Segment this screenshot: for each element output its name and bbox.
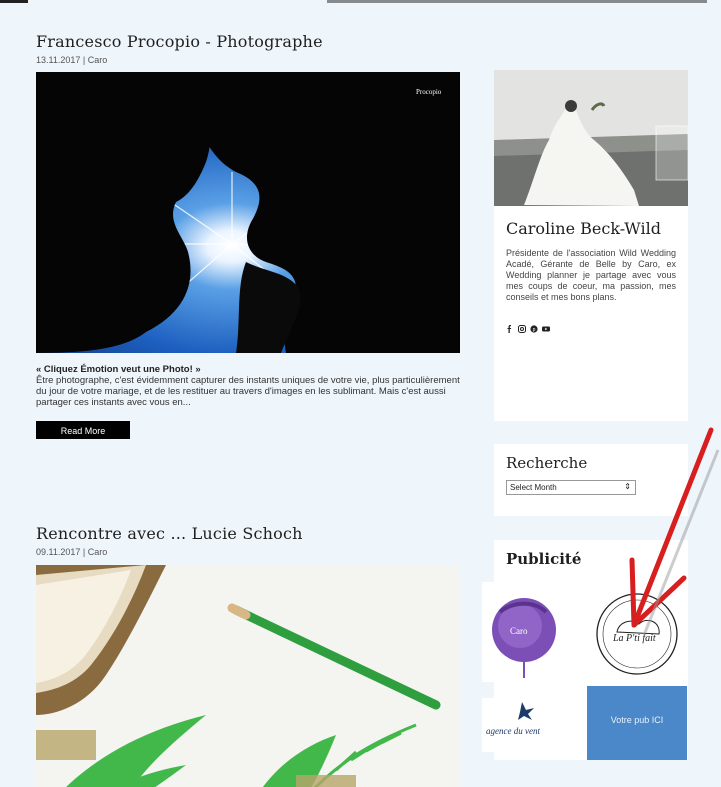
bride-field-graphic bbox=[494, 70, 688, 206]
post-meta: 13.11.2017 | Caro bbox=[36, 55, 108, 65]
top-bar-left bbox=[0, 0, 28, 3]
post-title[interactable]: Francesco Procopio - Photographe bbox=[36, 32, 460, 51]
agence-text: agence du vent bbox=[486, 726, 540, 736]
post-1: Francesco Procopio - Photographe 13.11.2… bbox=[36, 32, 460, 439]
la-pti-fait-ad[interactable]: La P'ti fait bbox=[589, 586, 685, 682]
main-content: Francesco Procopio - Photographe 13.11.2… bbox=[36, 32, 460, 439]
votre-pub-ad[interactable]: Votre pub ICI bbox=[587, 686, 687, 760]
archive-month-select[interactable]: Select Month ⇕ bbox=[506, 480, 636, 495]
agence-graphic: agence du vent bbox=[486, 702, 540, 736]
top-bar-right bbox=[327, 0, 707, 3]
ads-widget-title: Publicité bbox=[506, 550, 582, 568]
profile-image[interactable] bbox=[494, 70, 688, 206]
excerpt-text: Être photographe, c'est évidemment captu… bbox=[36, 375, 460, 408]
post-meta: 09.11.2017 | Caro bbox=[36, 547, 108, 557]
top-bar bbox=[0, 0, 721, 6]
caro-logo-graphic: Caro bbox=[492, 598, 556, 678]
post-excerpt: « Cliquez Émotion veut une Photo! » Être… bbox=[36, 364, 460, 408]
caro-logo-ad[interactable]: Caro bbox=[482, 582, 566, 682]
facebook-icon[interactable] bbox=[506, 325, 514, 333]
pinterest-icon[interactable]: p bbox=[530, 325, 538, 333]
instagram-icon[interactable] bbox=[518, 325, 526, 333]
read-more-button[interactable]: Read More bbox=[36, 421, 130, 439]
profile-body: Caroline Beck-Wild Présidente de l'assoc… bbox=[494, 206, 688, 421]
post-image-couple[interactable]: Procopio bbox=[36, 72, 460, 353]
agence-ad[interactable]: agence du vent bbox=[482, 698, 566, 752]
profile-name: Caroline Beck-Wild bbox=[506, 219, 661, 238]
la-pti-fait-text: La P'ti fait bbox=[612, 633, 656, 644]
excerpt-quote: « Cliquez Émotion veut une Photo! » bbox=[36, 364, 201, 375]
search-widget: Recherche Select Month ⇕ bbox=[494, 444, 688, 516]
profile-bio: Présidente de l'association Wild Wedding… bbox=[506, 248, 676, 302]
svg-text:p: p bbox=[533, 327, 536, 333]
search-widget-title: Recherche bbox=[506, 454, 588, 472]
sidebar: Caroline Beck-Wild Présidente de l'assoc… bbox=[494, 70, 688, 421]
social-links: p bbox=[506, 325, 676, 333]
profile-card: Caroline Beck-Wild Présidente de l'assoc… bbox=[494, 70, 688, 421]
caro-logo-text: Caro bbox=[510, 626, 528, 636]
youtube-icon[interactable] bbox=[542, 325, 550, 333]
couple-silhouette-graphic: Procopio bbox=[36, 72, 460, 353]
la-pti-fait-graphic: La P'ti fait bbox=[596, 593, 678, 675]
book-fern-graphic bbox=[36, 565, 460, 787]
ads-widget: Publicité Caro La P'ti fait agence du ve… bbox=[482, 540, 688, 760]
select-value: Select Month bbox=[510, 483, 557, 492]
post-title[interactable]: Rencontre avec ... Lucie Schoch bbox=[36, 524, 460, 543]
svg-text:Procopio: Procopio bbox=[416, 88, 442, 96]
post-2: Rencontre avec ... Lucie Schoch 09.11.20… bbox=[36, 524, 460, 787]
select-arrow-icon: ⇕ bbox=[624, 482, 631, 491]
post-image-book[interactable] bbox=[36, 565, 460, 787]
